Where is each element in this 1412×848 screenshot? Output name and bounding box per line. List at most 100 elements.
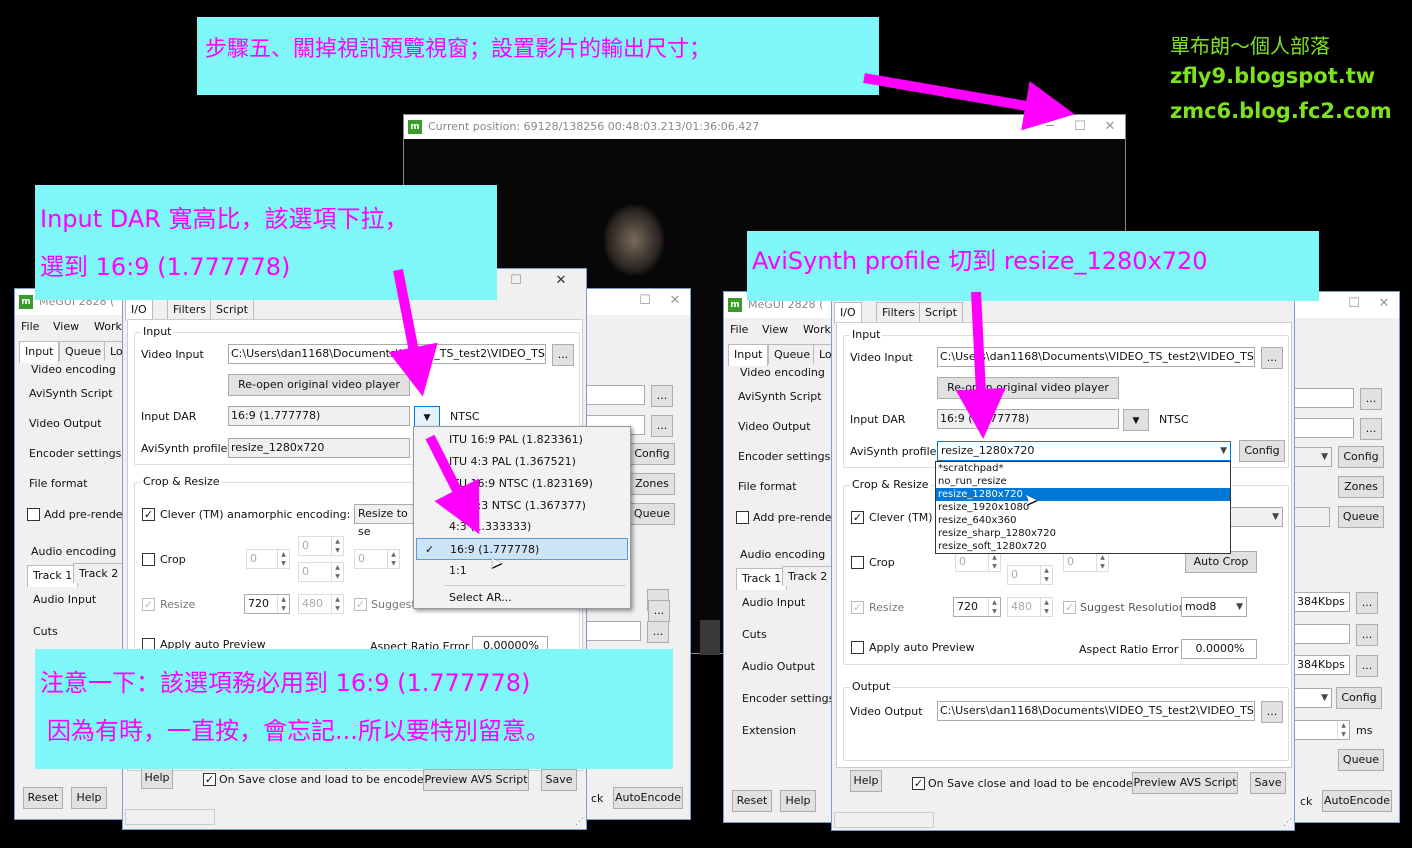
avisynth-profile-dropdown[interactable]: resize_1280x720 ▼ <box>937 441 1231 461</box>
browse-button[interactable]: ... <box>1261 347 1283 369</box>
config-button[interactable]: Config <box>1338 446 1384 468</box>
avisynth-script-field[interactable] <box>1294 388 1354 408</box>
zones-button[interactable]: Zones <box>1338 476 1384 498</box>
tab-log[interactable]: Log <box>104 341 124 361</box>
tab-queue[interactable]: Queue <box>768 344 817 364</box>
queue-button-partial[interactable]: ck <box>591 792 603 805</box>
browse-button[interactable]: ... <box>648 600 670 622</box>
close-icon[interactable]: ✕ <box>660 289 690 315</box>
suggest-resolution-checkbox[interactable]: ✓ <box>1063 601 1076 614</box>
browse-button[interactable]: ... <box>1356 655 1378 677</box>
browse-button[interactable]: ... <box>552 344 574 366</box>
dar-option[interactable]: ITU 16:9 NTSC (1.823169) <box>416 473 628 495</box>
browse-button[interactable]: ... <box>1261 701 1283 723</box>
avisynth-profile-field[interactable]: resize_1280x720 <box>228 438 410 458</box>
profile-option[interactable]: resize_1920x1080 <box>936 501 1230 514</box>
profile-option[interactable]: resize_640x360 <box>936 514 1230 527</box>
dar-option[interactable]: ITU 4:3 NTSC (1.367377) <box>416 495 628 517</box>
help-button[interactable]: Help <box>850 770 882 792</box>
help-button[interactable]: Help <box>780 790 816 812</box>
autoencode-button[interactable]: AutoEncode <box>1322 790 1392 812</box>
profile-option[interactable]: *scratchpad* <box>936 462 1230 475</box>
input-dar-field[interactable]: 16:9 (1.777778) <box>937 409 1119 429</box>
cuts-field[interactable] <box>1294 624 1350 644</box>
close-icon[interactable]: ✕ <box>546 269 576 295</box>
input-dar-field[interactable]: 16:9 (1.777778) <box>228 406 410 426</box>
preview-avs-script-button[interactable]: Preview AVS Script <box>423 769 529 791</box>
audio-tab-track2[interactable]: Track 2 <box>782 566 834 586</box>
tab-io[interactable]: I/O <box>125 299 153 321</box>
tab-input[interactable]: Input <box>19 341 60 363</box>
minimize-icon[interactable]: ─ <box>1035 115 1065 141</box>
input-dar-dropdown-button[interactable]: ▼ <box>414 406 440 428</box>
audio-tab-track1[interactable]: Track 1 <box>27 565 79 587</box>
reopen-video-player-button[interactable]: Re-open original video player <box>228 374 410 396</box>
browse-button[interactable]: ... <box>651 415 673 437</box>
crop-left-spin[interactable]: 0 ▲ ▼ <box>955 552 1001 572</box>
close-icon[interactable]: ✕ <box>1369 292 1399 318</box>
height-spin[interactable]: 480 ▲ ▼ <box>1007 597 1053 617</box>
crop-right-spin[interactable]: 0 ▲ ▼ <box>1063 552 1109 572</box>
help-button[interactable]: Help <box>71 787 107 809</box>
close-icon[interactable]: ✕ <box>1095 115 1125 141</box>
tab-script[interactable]: Script <box>919 302 963 322</box>
reset-button[interactable]: Reset <box>732 790 772 812</box>
tab-io[interactable]: I/O <box>834 302 862 324</box>
delay-spin[interactable]: ▲ ▼ <box>1294 720 1350 740</box>
autoencode-button[interactable]: AutoEncode <box>613 787 683 809</box>
add-prerender-checkbox[interactable] <box>736 511 749 524</box>
browse-button[interactable]: ... <box>1356 592 1378 614</box>
audio-input-field[interactable]: 384Kbps D <box>1294 592 1350 612</box>
menu-view[interactable]: View <box>762 323 788 336</box>
maximize-icon[interactable]: ☐ <box>501 269 531 295</box>
config-button[interactable]: Config <box>1239 440 1285 462</box>
on-save-close-checkbox[interactable]: ✓ <box>203 773 216 786</box>
dar-option-selected[interactable]: ✓ 16:9 (1.777778) <box>416 538 628 560</box>
menu-file[interactable]: File <box>730 323 748 336</box>
crop-checkbox[interactable] <box>142 553 155 566</box>
resize-checkbox[interactable]: ✓ <box>851 601 864 614</box>
auto-crop-button[interactable]: Auto Crop <box>1185 551 1257 573</box>
profile-option-selected[interactable]: resize_1280x720 <box>936 488 1230 501</box>
crop-left-spin[interactable]: 0 ▲ ▼ <box>246 549 290 569</box>
tab-log[interactable]: Log <box>813 344 833 364</box>
audio-output-field[interactable]: 384Kbps D <box>1294 655 1350 675</box>
help-button[interactable]: Help <box>141 767 173 789</box>
crop-right-spin[interactable]: 0 ▲ ▼ <box>354 549 400 569</box>
dar-option[interactable]: 1:1 <box>416 560 628 582</box>
menu-work[interactable]: Work <box>803 323 831 336</box>
dar-option[interactable]: ITU 16:9 PAL (1.823361) <box>416 429 628 451</box>
queue-button[interactable]: Queue <box>1338 749 1384 771</box>
apply-auto-preview-checkbox[interactable] <box>851 641 864 654</box>
reopen-video-player-button[interactable]: Re-open original video player <box>937 377 1119 399</box>
video-input-field[interactable]: C:\Users\dan1168\Documents\VIDEO_TS_test… <box>937 347 1255 367</box>
width-spin[interactable]: 720 ▲ ▼ <box>953 597 1001 617</box>
profile-option[interactable]: no_run_resize <box>936 475 1230 488</box>
resize-grip-icon[interactable]: ⋰ <box>575 817 584 827</box>
audio-tab-track1[interactable]: Track 1 <box>736 568 788 590</box>
save-button[interactable]: Save <box>1250 772 1286 794</box>
resize-checkbox[interactable]: ✓ <box>142 598 155 611</box>
resize-grip-icon[interactable]: ⋰ <box>1283 818 1292 828</box>
menu-work[interactable]: Work <box>94 320 122 333</box>
zones-button[interactable]: Zones <box>629 473 675 495</box>
maximize-icon[interactable]: ☐ <box>1065 115 1095 141</box>
queue-button-partial[interactable]: ck <box>1300 795 1312 808</box>
tab-filters[interactable]: Filters <box>167 299 212 319</box>
avisynth-script-field[interactable] <box>585 385 645 405</box>
dar-option[interactable]: ITU 4:3 PAL (1.367521) <box>416 451 628 473</box>
preview-avs-script-button[interactable]: Preview AVS Script <box>1132 772 1238 794</box>
tab-input[interactable]: Input <box>728 344 769 366</box>
on-save-close-checkbox[interactable]: ✓ <box>912 777 925 790</box>
crop-bottom-spin[interactable]: 0 ▲ ▼ <box>1007 565 1053 585</box>
menu-view[interactable]: View <box>53 320 79 333</box>
config-button[interactable]: Config <box>1336 687 1382 709</box>
tab-queue[interactable]: Queue <box>59 341 108 361</box>
browse-button[interactable]: ... <box>647 621 669 643</box>
video-output-field[interactable] <box>1294 418 1354 438</box>
maximize-icon[interactable]: ☐ <box>630 289 660 315</box>
profile-option[interactable]: resize_sharp_1280x720 <box>936 527 1230 540</box>
browse-button[interactable]: ... <box>1356 624 1378 646</box>
menu-file[interactable]: File <box>21 320 39 333</box>
width-spin[interactable]: 720 ▲ ▼ <box>244 594 290 614</box>
